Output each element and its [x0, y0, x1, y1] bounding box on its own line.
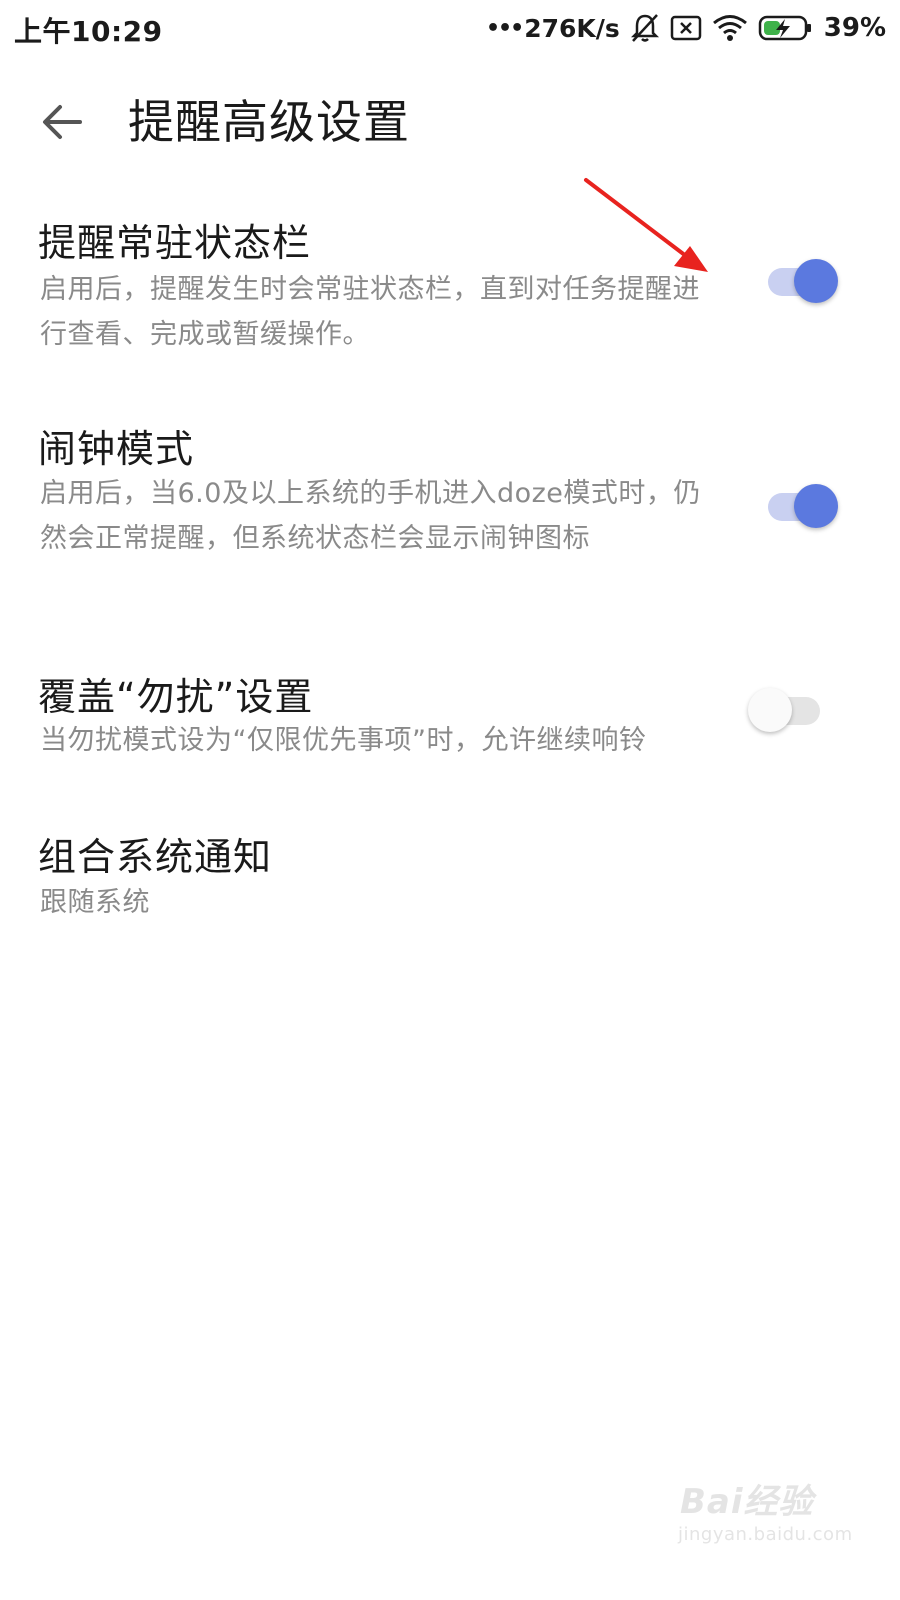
app-header: 提醒高级设置 — [0, 80, 900, 160]
setting-description: 启用后，当6.0及以上系统的手机进入doze模式时，仍然会正常提醒，但系统状态栏… — [40, 478, 701, 554]
persistent-status-bar-toggle[interactable] — [764, 257, 844, 307]
alarm-mode-toggle[interactable] — [764, 482, 844, 532]
setting-title: 组合系统通知 — [38, 835, 273, 879]
setting-row-persistent-status-bar[interactable]: 提醒常驻状态栏 启用后，提醒发生时会常驻状态栏，直到对任务提醒进行查看、完成或暂… — [0, 200, 900, 370]
network-speed: ••• 276K/s — [486, 14, 620, 43]
more-dots-icon: ••• — [486, 15, 524, 41]
battery-percent: 39% — [823, 13, 886, 43]
setting-row-group-notifications[interactable]: 组合系统通知 跟随系统 — [0, 822, 900, 932]
setting-row-override-dnd[interactable]: 覆盖“勿扰”设置 当勿扰模式设为“仅限优先事项”时，允许继续响铃 — [0, 658, 900, 778]
toggle-thumb — [794, 484, 838, 528]
setting-title: 提醒常驻状态栏 — [38, 221, 312, 265]
battery-charging-icon — [758, 14, 814, 42]
setting-description: 跟随系统 — [40, 887, 150, 918]
page-title: 提醒高级设置 — [128, 95, 410, 149]
setting-title: 覆盖“勿扰”设置 — [38, 675, 314, 719]
watermark-brand: Bai经验 — [680, 1482, 814, 1522]
toggle-thumb — [794, 259, 838, 303]
back-button[interactable] — [30, 90, 94, 154]
bell-off-icon — [630, 12, 660, 44]
watermark-url: jingyan.baidu.com — [678, 1524, 853, 1545]
network-speed-value: 276K/s — [524, 13, 620, 43]
setting-row-alarm-mode[interactable]: 闹钟模式 启用后，当6.0及以上系统的手机进入doze模式时，仍然会正常提醒，但… — [0, 410, 900, 610]
status-right: ••• 276K/s 39% — [486, 8, 886, 48]
status-time: 上午10:29 — [14, 15, 163, 48]
wifi-icon — [712, 14, 748, 42]
screen: 上午10:29 ••• 276K/s 39% 提醒高级设置 提醒常驻状态栏 启用… — [0, 0, 900, 1600]
sim-x-icon — [670, 14, 702, 42]
back-arrow-icon — [43, 105, 82, 139]
setting-title: 闹钟模式 — [38, 427, 195, 471]
setting-description: 当勿扰模式设为“仅限优先事项”时，允许继续响铃 — [40, 725, 647, 756]
override-dnd-toggle[interactable] — [748, 686, 828, 736]
toggle-thumb — [748, 688, 792, 732]
watermark-logo: Bai经验 jingyan.baidu.com — [668, 1466, 852, 1556]
red-arrow-annotation — [584, 178, 708, 272]
status-bar: 上午10:29 ••• 276K/s 39% — [0, 0, 900, 56]
